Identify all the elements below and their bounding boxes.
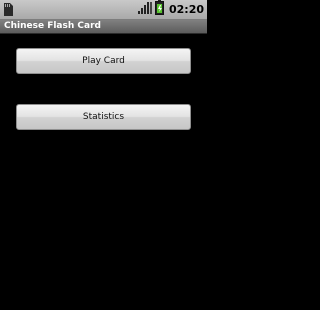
clock-time: 02:20 <box>168 3 204 16</box>
app-title-bar: Chinese Flash Card <box>0 20 207 34</box>
battery-icon <box>154 0 164 19</box>
status-icons: 02:20 <box>137 0 204 19</box>
play-card-button[interactable]: Play Card <box>16 48 191 74</box>
statistics-button[interactable]: Statistics <box>16 104 191 130</box>
signal-icon <box>137 0 152 19</box>
screen: 02:20 Chinese Flash Card Play Card Stati… <box>0 0 207 310</box>
status-bar: 02:20 <box>0 0 207 20</box>
app-title: Chinese Flash Card <box>4 21 101 31</box>
sd-card-icon <box>2 2 14 17</box>
